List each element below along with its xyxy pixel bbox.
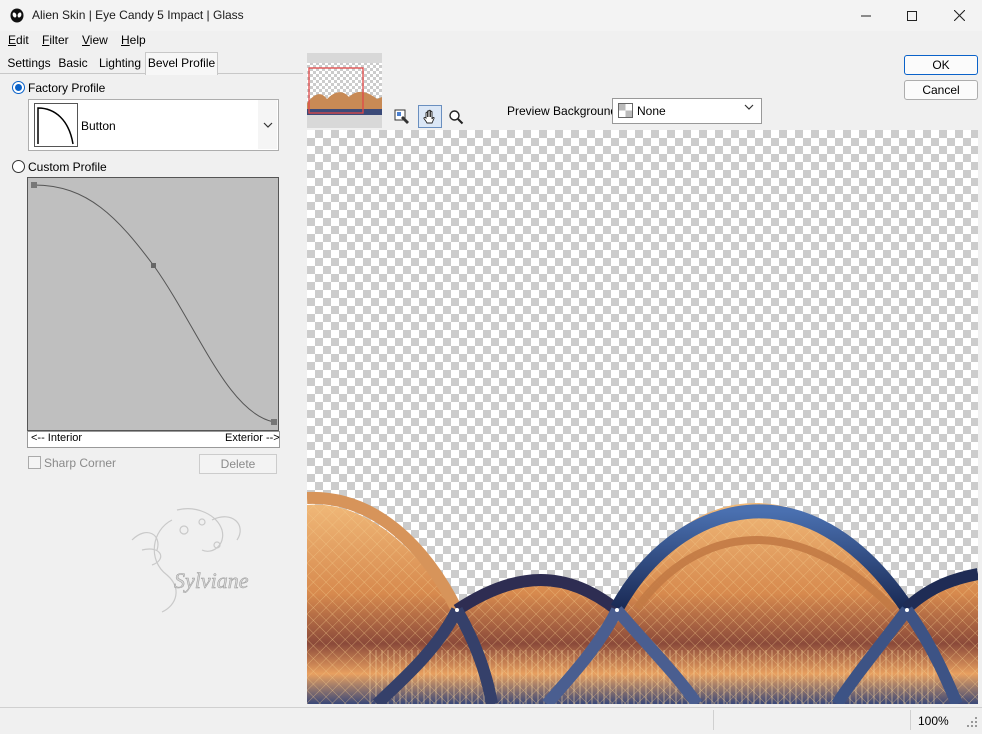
preview-background-value: None xyxy=(637,104,666,118)
alien-skin-app-icon xyxy=(10,8,24,23)
menu-filter[interactable]: Filter xyxy=(42,33,69,47)
sharp-corner-label: Sharp Corner xyxy=(44,456,117,470)
chevron-down-icon xyxy=(263,122,272,128)
status-bar xyxy=(0,707,982,734)
curve-handle-start[interactable] xyxy=(31,182,37,188)
chevron-down-icon xyxy=(744,104,754,110)
tab-lighting[interactable]: Lighting xyxy=(98,54,142,73)
curve-handle-middle[interactable] xyxy=(151,263,156,268)
resize-grip-icon[interactable] xyxy=(966,716,978,728)
minimize-icon xyxy=(861,15,871,16)
status-separator xyxy=(713,710,714,730)
dropdown-arrow[interactable] xyxy=(258,100,277,149)
custom-profile-radio[interactable] xyxy=(12,160,25,173)
preview-image xyxy=(307,491,978,704)
color-picker-tool[interactable] xyxy=(390,105,414,128)
watermark-signature: Sylviane xyxy=(131,508,249,613)
maximize-icon xyxy=(907,10,917,21)
cancel-button[interactable]: Cancel xyxy=(904,80,978,100)
preview-background-dropdown[interactable] xyxy=(612,98,762,124)
tab-bevel-profile[interactable]: Bevel Profile xyxy=(145,52,218,75)
hand-tool[interactable] xyxy=(418,105,442,128)
profile-selected-value: Button xyxy=(81,119,116,133)
menu-bar xyxy=(0,31,982,51)
interior-label: <-- Interior xyxy=(31,432,83,444)
profile-preview-icon xyxy=(34,103,78,147)
eyedropper-icon xyxy=(394,109,409,124)
watermark-text: Sylviane xyxy=(174,568,249,593)
sharp-corner-checkbox[interactable] xyxy=(28,456,41,469)
preview-background-label: Preview Background: xyxy=(507,104,621,118)
menu-help[interactable]: Help xyxy=(121,33,146,47)
exterior-label: Exterior --> xyxy=(225,432,280,444)
menu-edit[interactable]: Edit xyxy=(8,33,29,47)
curve-handle-end[interactable] xyxy=(271,419,277,425)
zoom-level: 100% xyxy=(918,714,949,728)
hand-icon xyxy=(423,109,435,123)
magnifier-icon xyxy=(449,109,464,124)
bevel-curve xyxy=(33,184,275,423)
status-separator xyxy=(910,710,911,730)
preview-canvas[interactable] xyxy=(307,130,978,704)
bevel-curve-editor[interactable] xyxy=(27,177,279,431)
ok-button[interactable]: OK xyxy=(904,55,978,75)
maximize-button[interactable] xyxy=(889,0,935,31)
menu-view[interactable]: View xyxy=(82,33,108,47)
close-button[interactable] xyxy=(936,0,982,31)
tab-settings[interactable]: Settings xyxy=(5,54,53,73)
window-title: Alien Skin | Eye Candy 5 Impact | Glass xyxy=(32,8,244,22)
zoom-tool[interactable] xyxy=(444,105,468,128)
delete-button[interactable]: Delete xyxy=(199,454,277,474)
close-icon xyxy=(953,10,965,21)
custom-profile-label: Custom Profile xyxy=(28,160,107,174)
tab-basic[interactable]: Basic xyxy=(56,54,90,73)
transparent-swatch-icon xyxy=(618,103,633,118)
factory-profile-radio[interactable] xyxy=(12,81,25,94)
minimize-button[interactable] xyxy=(843,0,889,31)
navigator-thumbnail[interactable] xyxy=(307,53,382,128)
factory-profile-label: Factory Profile xyxy=(28,81,106,95)
